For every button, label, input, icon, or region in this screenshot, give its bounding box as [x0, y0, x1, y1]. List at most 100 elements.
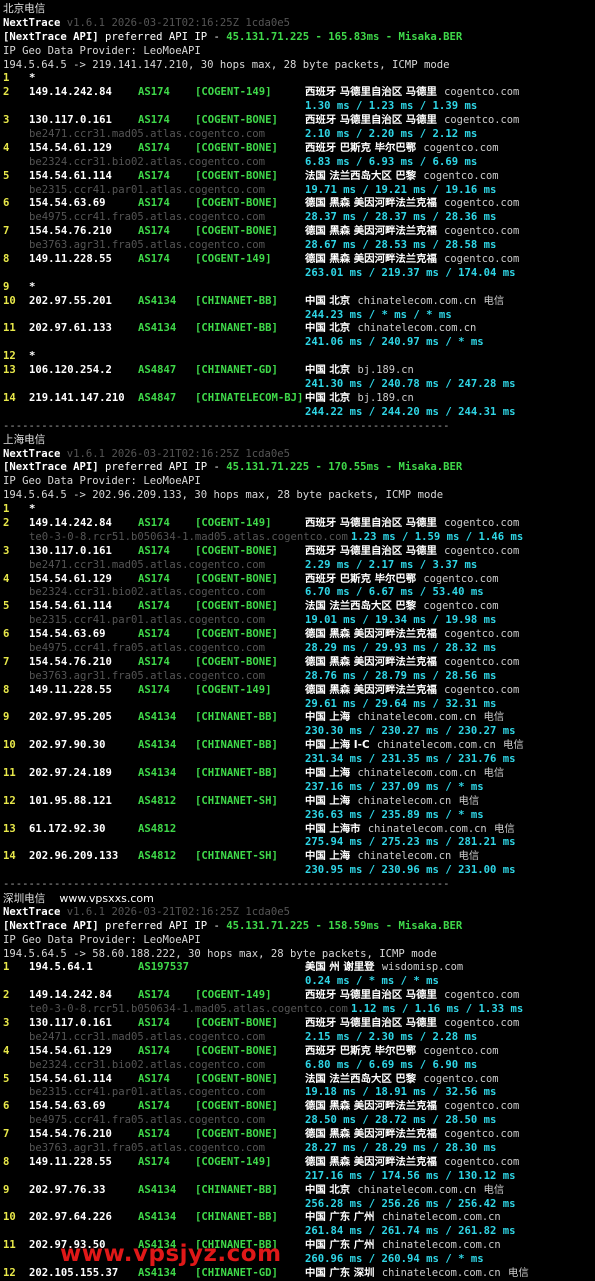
hop-row: 7 154.54.76.210 AS174 [COGENT-BONE] 德国 黑森 美因…	[3, 1128, 595, 1142]
section-separator: ----------------------------------------…	[3, 420, 595, 434]
hop-asn: AS4847	[138, 364, 177, 377]
hop-detail-row: be2471.ccr31.mad05.atlas.cogentco.com 2.2…	[3, 559, 595, 573]
hop-rdns: be2471.ccr31.mad05.atlas.cogentco.com	[29, 128, 265, 141]
hop-detail-row: te0-3-0-8.rcr51.b050634-1.mad05.atlas.co…	[3, 531, 595, 545]
hop-detail-row: 256.28 ms / 256.26 ms / 256.42 ms	[3, 1198, 595, 1212]
hop-domain: cogentco.com	[444, 1100, 520, 1113]
hop-location: 法国 法兰西岛大区 巴黎	[305, 169, 417, 182]
hop-location: 德国 黑森 美因河畔法兰克福	[305, 253, 437, 266]
geo-provider-line: IP Geo Data Provider: LeoMoeAPI	[3, 45, 595, 59]
hop-asn: AS174	[138, 1128, 170, 1141]
hop-isp: 电信	[483, 1183, 505, 1196]
hop-domain: chinatelecom.com.cn	[357, 766, 477, 779]
hop-row: 1 194.5.64.1 AS197537 美国 州 谢里登 wisdomisp.co…	[3, 961, 595, 975]
hop-domain: cogentco.com	[444, 628, 520, 641]
hop-rtt: 256.28 ms / 256.26 ms / 256.42 ms	[305, 1197, 516, 1210]
hop-geo: 西班牙 马德里自治区 马德里 cogentco.com	[305, 114, 519, 128]
api-node: Misaka.BER	[398, 919, 463, 932]
hop-geo: 西班牙 马德里自治区 马德里 cogentco.com	[305, 1017, 519, 1031]
separator-line: ----------------------------------------…	[3, 419, 450, 432]
hop-netname: [COGENT-BONE]	[195, 1100, 278, 1113]
hop-asn: AS174	[138, 600, 170, 613]
hop-row: 10 202.97.90.30 AS4134 [CHINANET-BB] 中国 上海 I…	[3, 739, 595, 753]
hop-number: 8	[3, 1155, 10, 1168]
hop-rdns: te0-3-0-8.rcr51.b050634-1.mad05.atlas.co…	[29, 530, 348, 543]
hop-row: 3 130.117.0.161 AS174 [COGENT-BONE] 西班牙 马德里自…	[3, 114, 595, 128]
hop-geo: 中国 上海市 chinatelecom.com.cn 电信	[305, 823, 515, 837]
hop-asn: AS4812	[138, 822, 177, 835]
hop-ip: 149.14.242.84	[29, 86, 112, 99]
hop-geo: 中国 北京 chinatelecom.com.cn 电信	[305, 1184, 504, 1198]
hop-row: 6 154.54.63.69 AS174 [COGENT-BONE] 德国 黑森 美因河…	[3, 1100, 595, 1114]
hop-isp: 电信	[493, 822, 515, 835]
hop-number: 13	[3, 822, 16, 835]
hop-location: 中国 北京	[305, 391, 351, 404]
hop-geo: 西班牙 马德里自治区 马德里 cogentco.com	[305, 86, 519, 100]
api-latency: 158.59ms	[328, 919, 380, 932]
hop-ip: 154.54.76.210	[29, 1128, 112, 1141]
hop-number: 7	[3, 1128, 10, 1141]
hop-ip: *	[29, 72, 36, 85]
hop-row: 9 202.97.76.33 AS4134 [CHINANET-BB] 中国 北京 ch…	[3, 1184, 595, 1198]
hop-location: 西班牙 马德里自治区 马德里	[305, 86, 437, 99]
geo-provider-line: IP Geo Data Provider: LeoMoeAPI	[3, 475, 595, 489]
hop-number: 12	[3, 1267, 16, 1280]
hop-isp: 电信	[483, 766, 505, 779]
hop-row: 13 106.120.254.2 AS4847 [CHINANET-GD] 中国 北京 …	[3, 364, 595, 378]
hop-row: 4 154.54.61.129 AS174 [COGENT-BONE] 西班牙 巴斯克 …	[3, 142, 595, 156]
hop-domain: cogentco.com	[423, 600, 499, 613]
api-prefix: [NextTrace API]	[3, 919, 99, 932]
geo-provider: IP Geo Data Provider: LeoMoeAPI	[3, 933, 201, 946]
hop-domain: bj.189.cn	[357, 364, 414, 377]
hop-detail-row: 231.34 ms / 231.35 ms / 231.76 ms	[3, 753, 595, 767]
hop-geo: 中国 北京 chinatelecom.com.cn 电信	[305, 295, 504, 309]
hop-asn: AS174	[138, 253, 170, 266]
app-name: NextTrace	[3, 905, 61, 918]
hop-rtt: 2.15 ms / 2.30 ms / 2.28 ms	[305, 1030, 478, 1043]
app-name: NextTrace	[3, 447, 61, 460]
hop-asn: AS174	[138, 169, 170, 182]
hop-ip: 154.54.61.129	[29, 572, 112, 585]
hop-netname: [COGENT-BONE]	[195, 1017, 278, 1030]
hop-row: 1 *	[3, 503, 595, 517]
hop-asn: AS197537	[138, 961, 190, 974]
hop-geo: 法国 法兰西岛大区 巴黎 cogentco.com	[305, 600, 498, 614]
hop-netname: [CHINANET-BB]	[195, 739, 278, 752]
hop-detail-row: 261.84 ms / 261.74 ms / 261.82 ms	[3, 1225, 595, 1239]
hop-row: 5 154.54.61.114 AS174 [COGENT-BONE] 法国 法兰西岛大…	[3, 1073, 595, 1087]
trace-command: 194.5.64.5 -> 202.96.209.133, 30 hops ma…	[3, 489, 444, 502]
hop-ip: 194.5.64.1	[29, 961, 93, 974]
hop-geo: 西班牙 马德里自治区 马德里 cogentco.com	[305, 989, 519, 1003]
hop-detail-row: be4975.ccr41.fra05.atlas.cogentco.com 28.…	[3, 642, 595, 656]
hop-asn: AS4847	[138, 391, 177, 404]
hop-number: 4	[3, 1044, 10, 1057]
hop-number: 10	[3, 739, 16, 752]
hop-location: 法国 法兰西岛大区 巴黎	[305, 1072, 417, 1085]
hop-detail-row: be2324.ccr31.bio02.atlas.cogentco.com 6.8…	[3, 156, 595, 170]
hop-rdns: te0-3-0-8.rcr51.b050634-1.mad05.atlas.co…	[29, 1003, 348, 1016]
hop-ip: *	[29, 503, 36, 516]
hop-geo: 德国 黑森 美因河畔法兰克福 cogentco.com	[305, 656, 519, 670]
hop-number: 1	[3, 503, 10, 516]
hop-netname: [COGENT-BONE]	[195, 628, 278, 641]
hop-row: 7 154.54.76.210 AS174 [COGENT-BONE] 德国 黑森 美因…	[3, 656, 595, 670]
api-dash-1: -	[309, 461, 329, 474]
hop-geo: 美国 州 谢里登 wisdomisp.com	[305, 961, 463, 975]
hop-row: 10 202.97.55.201 AS4134 [CHINANET-BB] 中国 北京 …	[3, 295, 595, 309]
hop-detail-row: 230.30 ms / 230.27 ms / 230.27 ms	[3, 725, 595, 739]
hop-domain: cogentco.com	[444, 683, 520, 696]
hop-detail-row: be2315.ccr41.par01.atlas.cogentco.com 19.…	[3, 184, 595, 198]
hop-domain: chinatelecom.com.cn	[381, 1267, 501, 1280]
hop-domain: cogentco.com	[423, 1044, 499, 1057]
hop-ip: 154.54.76.210	[29, 225, 112, 238]
hop-domain: cogentco.com	[444, 1017, 520, 1030]
hop-asn: AS174	[138, 628, 170, 641]
hop-asn: AS4812	[138, 794, 177, 807]
hop-number: 10	[3, 1211, 16, 1224]
hop-geo: 中国 北京 chinatelecom.com.cn	[305, 322, 476, 336]
hop-asn: AS174	[138, 572, 170, 585]
hop-rdns: be4975.ccr41.fra05.atlas.cogentco.com	[29, 1114, 265, 1127]
hop-row: 8 149.11.228.55 AS174 [COGENT-149] 德国 黑森 美因河…	[3, 1156, 595, 1170]
hop-netname: [CHINANET-BB]	[195, 294, 278, 307]
hop-netname: [COGENT-BONE]	[195, 600, 278, 613]
